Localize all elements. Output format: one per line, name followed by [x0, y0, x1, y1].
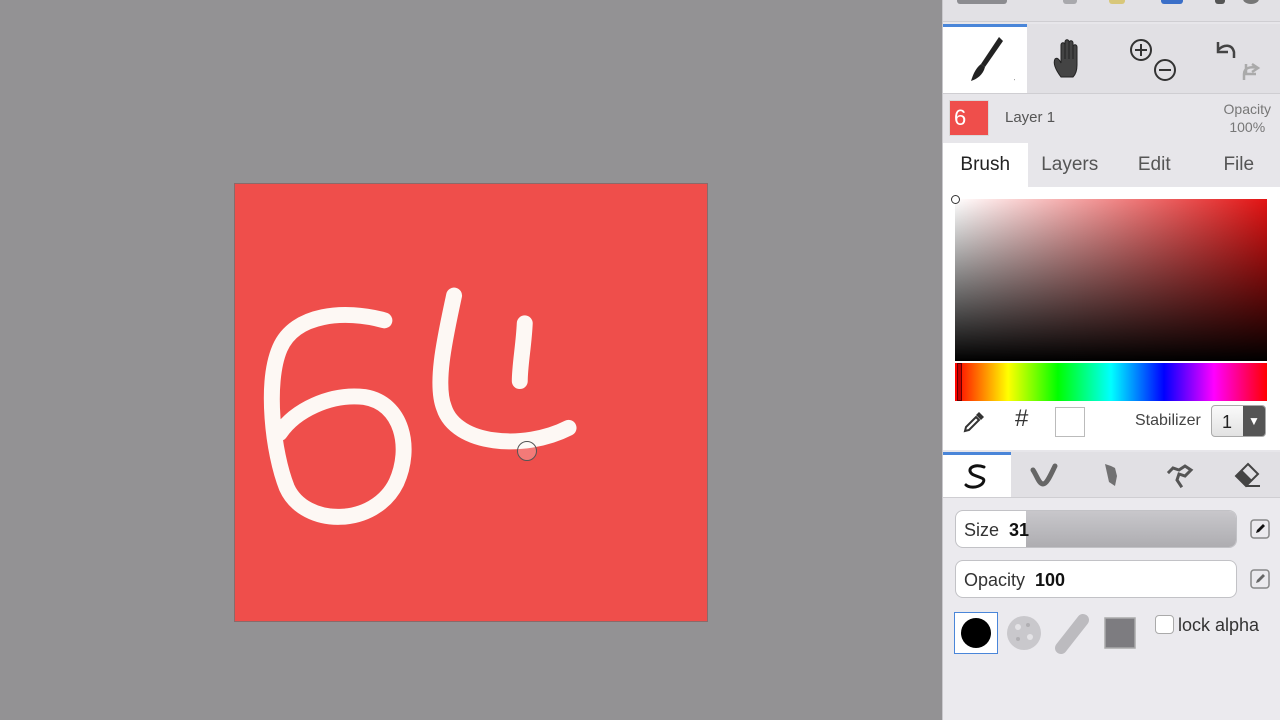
layer-thumbnail[interactable]: 6 — [949, 100, 989, 136]
chevron-down-icon: ▼ — [1243, 406, 1265, 436]
brush-settings: Size 31 Opacity 100 — [943, 498, 1280, 720]
pencil-edit-icon — [1250, 519, 1270, 539]
undo-redo-icon — [1216, 41, 1261, 80]
pen-stroke-icon — [964, 464, 986, 489]
color-picker: # Stabilizer 1 ▼ — [943, 187, 1280, 450]
brush-tip-square[interactable] — [1098, 612, 1142, 654]
layer-opacity: Opacity 100% — [1224, 100, 1271, 136]
current-layer-row[interactable]: 6 Layer 1 Opacity 100% — [943, 95, 1280, 143]
brush-type-eraser[interactable] — [1213, 452, 1280, 497]
brush-type-pixel[interactable] — [1146, 452, 1214, 497]
hand-tool-button[interactable] — [1027, 24, 1111, 93]
stabilizer-value: 1 — [1222, 412, 1233, 432]
hue-slider-handle[interactable] — [957, 363, 962, 401]
brush-type-ink[interactable] — [1011, 452, 1079, 497]
workspace[interactable] — [0, 0, 942, 720]
current-color-swatch[interactable] — [1055, 407, 1085, 437]
brush-tip-flat[interactable] — [1050, 612, 1094, 654]
lock-alpha-checkbox[interactable] — [1155, 615, 1174, 634]
stabilizer-select[interactable]: 1 ▼ — [1211, 405, 1266, 437]
ink-stroke-icon — [1030, 463, 1058, 487]
eyedropper-icon — [963, 412, 984, 433]
size-edit-button[interactable] — [1249, 518, 1271, 540]
opacity-slider[interactable]: Opacity 100 — [955, 560, 1237, 598]
tab-layers[interactable]: Layers — [1028, 143, 1113, 187]
hex-input-button[interactable]: # — [1015, 405, 1028, 433]
eraser-icon — [1234, 462, 1261, 487]
opacity-edit-button[interactable] — [1249, 568, 1271, 590]
tool-row — [943, 24, 1280, 94]
brush-type-pen[interactable] — [943, 452, 1011, 497]
stroke-six — [263, 307, 412, 525]
round-tip-icon — [961, 618, 991, 648]
canvas-strokes — [263, 287, 577, 525]
eyedropper-button[interactable] — [955, 403, 993, 441]
tab-edit[interactable]: Edit — [1112, 143, 1197, 187]
layer-opacity-value: 100% — [1229, 119, 1266, 135]
brush-cursor — [517, 441, 537, 461]
brush-tip-round[interactable] — [954, 612, 998, 654]
brush-icon — [971, 37, 1015, 81]
drawing-canvas[interactable] — [234, 183, 708, 622]
square-tip-icon — [1104, 617, 1136, 649]
stroke-hook — [432, 287, 577, 450]
layer-opacity-label: Opacity — [1223, 101, 1271, 117]
brush-type-tabs — [943, 452, 1280, 498]
stroke-tick — [511, 315, 533, 390]
size-value: 31 — [1009, 520, 1030, 540]
flat-tip-icon — [1055, 614, 1089, 654]
top-toolbar-strip — [943, 0, 1280, 22]
pixel-stroke-icon — [1166, 463, 1193, 488]
size-label: Size — [964, 520, 1000, 540]
zoom-tool-button[interactable] — [1111, 24, 1195, 93]
color-picker-knob[interactable] — [951, 195, 960, 204]
size-slider[interactable]: Size 31 — [955, 510, 1237, 548]
brush-type-airbrush[interactable] — [1078, 452, 1146, 497]
brush-tool-button[interactable] — [943, 24, 1027, 93]
hue-slider[interactable] — [955, 363, 1267, 401]
tab-file[interactable]: File — [1197, 143, 1280, 187]
zoom-in-out-icon — [1130, 38, 1176, 81]
undo-redo-button[interactable] — [1195, 24, 1280, 93]
airbrush-stroke-icon — [1104, 463, 1117, 486]
texture-tip-icon — [1007, 616, 1041, 650]
size-slider-remaining — [1026, 511, 1236, 547]
opacity-value: 100 — [1035, 570, 1066, 590]
saturation-value-picker[interactable] — [951, 195, 1267, 361]
lock-alpha-label: lock alpha — [1178, 615, 1260, 635]
layer-name: Layer 1 — [1005, 109, 1056, 126]
opacity-label: Opacity — [964, 570, 1026, 590]
hand-icon — [1053, 38, 1078, 77]
stabilizer-label: Stabilizer — [1135, 412, 1201, 429]
tab-brush[interactable]: Brush — [943, 143, 1028, 187]
panel-tabs: Brush Layers Edit File — [943, 143, 1280, 187]
pencil-edit-icon — [1250, 569, 1270, 589]
brush-tip-texture[interactable] — [1002, 612, 1046, 654]
